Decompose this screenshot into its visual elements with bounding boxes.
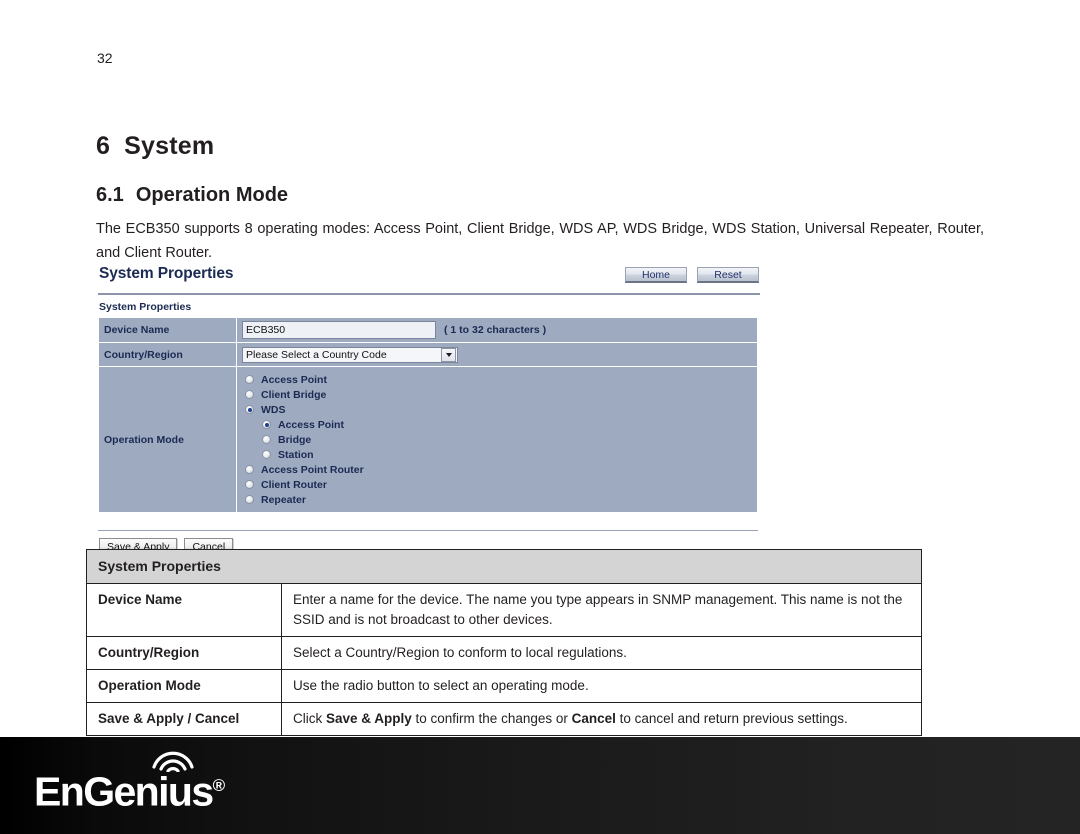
device-name-label: Device Name <box>98 317 237 343</box>
section-title: Operation Mode <box>135 184 289 206</box>
description-country-region: Select a Country/Region to conform to lo… <box>281 636 922 670</box>
desc-part-3: to cancel and return previous settings. <box>615 711 848 726</box>
operation-mode-radio-group: Access Point Client Bridge WDS Access Point… <box>242 372 757 507</box>
webui-page-title: System Properties <box>99 265 234 282</box>
country-region-select[interactable]: Please Select a Country Code <box>242 346 458 363</box>
table-row: Device Name Enter a name for the device.… <box>86 583 922 637</box>
description-table: System Properties Device Name Enter a na… <box>86 549 922 736</box>
description-table-header-row: System Properties <box>86 549 922 584</box>
radio-button-icon[interactable] <box>245 465 254 474</box>
device-name-input[interactable] <box>242 321 436 339</box>
term-save-apply-cancel: Save & Apply / Cancel <box>86 702 282 736</box>
device-name-row: Device Name ( 1 to 32 characters ) <box>98 317 758 343</box>
operation-mode-option[interactable]: Client Router <box>245 477 757 492</box>
operation-mode-option-label: Client Router <box>261 478 327 491</box>
operation-mode-option-label: WDS <box>261 403 286 416</box>
country-region-value-cell: Please Select a Country Code <box>236 342 758 367</box>
chapter-heading: 6 System <box>96 132 214 161</box>
section-heading: 6.1 Operation Mode <box>96 184 288 207</box>
operation-mode-option-label: Access Point <box>261 373 327 386</box>
operation-mode-option[interactable]: Station <box>245 447 757 462</box>
chapter-title: System <box>124 132 215 160</box>
operation-mode-row: Operation Mode Access Point Client Bridge… <box>98 366 758 513</box>
radio-button-icon[interactable] <box>262 450 271 459</box>
body-paragraph: The ECB350 supports 8 operating modes: A… <box>96 221 984 261</box>
operation-mode-label: Operation Mode <box>98 366 237 513</box>
description-table-header: System Properties <box>86 549 922 584</box>
country-region-label: Country/Region <box>98 342 237 367</box>
device-name-hint: ( 1 to 32 characters ) <box>444 324 547 336</box>
description-save-apply-cancel: Click Save & Apply to confirm the change… <box>281 702 922 736</box>
operation-mode-option[interactable]: Access Point <box>245 372 757 387</box>
operation-mode-option[interactable]: WDS <box>245 402 757 417</box>
operation-mode-option-label: Access Point <box>278 418 344 431</box>
webui-top-button-group: Home Reset <box>625 267 759 283</box>
country-region-row: Country/Region Please Select a Country C… <box>98 342 758 367</box>
operation-mode-option[interactable]: Client Bridge <box>245 387 757 402</box>
engenius-logo: EnGenius® <box>34 764 225 814</box>
operation-mode-option[interactable]: Access Point Router <box>245 462 757 477</box>
logo-text: EnGenius <box>34 768 214 815</box>
operation-mode-option-label: Station <box>278 448 314 461</box>
webui-section-label: System Properties <box>99 301 192 313</box>
radio-button-icon[interactable] <box>245 495 254 504</box>
page-number: 32 <box>97 50 113 66</box>
table-row: Country/Region Select a Country/Region t… <box>86 636 922 670</box>
country-region-selected-value: Please Select a Country Code <box>246 348 387 361</box>
desc-part-2: to confirm the changes or <box>411 711 572 726</box>
table-row: Operation Mode Use the radio button to s… <box>86 669 922 703</box>
chevron-down-icon[interactable] <box>441 347 456 362</box>
operation-mode-option[interactable]: Bridge <box>245 432 757 447</box>
radio-button-icon[interactable] <box>245 480 254 489</box>
operation-mode-option[interactable]: Access Point <box>245 417 757 432</box>
term-country-region: Country/Region <box>86 636 282 670</box>
desc-bold-cancel: Cancel <box>571 711 616 726</box>
operation-mode-value-cell: Access Point Client Bridge WDS Access Point… <box>236 366 758 513</box>
description-operation-mode: Use the radio button to select an operat… <box>281 669 922 703</box>
term-operation-mode: Operation Mode <box>86 669 282 703</box>
registered-mark-icon: ® <box>212 776 226 795</box>
operation-mode-option-label: Client Bridge <box>261 388 327 401</box>
wifi-signal-icon <box>152 751 194 772</box>
radio-button-icon[interactable] <box>245 390 254 399</box>
webui-header: System Properties Home Reset <box>98 265 760 291</box>
desc-bold-save-apply: Save & Apply <box>326 711 412 726</box>
term-device-name: Device Name <box>86 583 282 637</box>
radio-button-icon[interactable] <box>262 435 271 444</box>
radio-button-icon[interactable] <box>245 405 254 414</box>
operation-mode-option-label: Repeater <box>261 493 306 506</box>
desc-part-1: Click <box>293 711 326 726</box>
reset-button[interactable]: Reset <box>697 267 759 283</box>
description-device-name: Enter a name for the device. The name yo… <box>281 583 922 637</box>
operation-mode-option[interactable]: Repeater <box>245 492 757 507</box>
operation-mode-option-label: Bridge <box>278 433 312 446</box>
operation-mode-option-label: Access Point Router <box>261 463 364 476</box>
radio-button-icon[interactable] <box>245 375 254 384</box>
radio-button-icon[interactable] <box>262 420 271 429</box>
system-properties-form: Device Name ( 1 to 32 characters ) Count… <box>98 317 758 513</box>
router-webui-screenshot: System Properties Home Reset System Prop… <box>98 265 760 557</box>
chapter-number: 6 <box>96 132 111 160</box>
table-row: Save & Apply / Cancel Click Save & Apply… <box>86 702 922 736</box>
device-name-value-cell: ( 1 to 32 characters ) <box>236 317 758 343</box>
home-button[interactable]: Home <box>625 267 687 283</box>
section-number: 6.1 <box>96 184 124 206</box>
